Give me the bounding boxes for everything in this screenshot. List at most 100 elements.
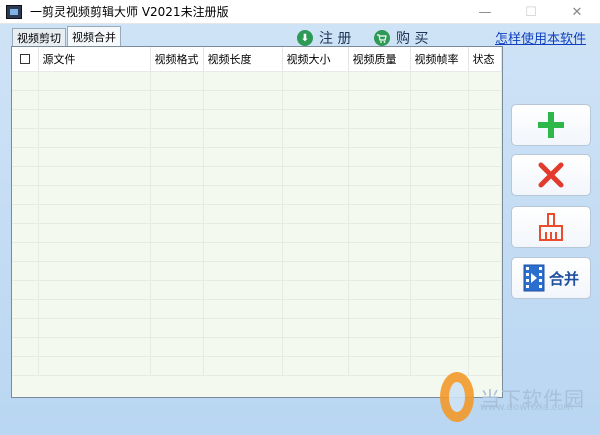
table-cell xyxy=(468,90,502,110)
table-cell xyxy=(348,128,411,148)
watermark-logo-icon xyxy=(440,372,474,422)
table-cell xyxy=(12,109,39,129)
table-cell xyxy=(150,185,204,205)
table-cell xyxy=(38,356,151,376)
table-cell xyxy=(12,128,39,148)
table-cell xyxy=(282,356,349,376)
tab-bar: 视频剪切 视频合并 xyxy=(12,26,122,48)
table-cell xyxy=(282,261,349,281)
table-cell xyxy=(150,337,204,357)
table-cell xyxy=(410,223,469,243)
table-cell xyxy=(150,299,204,319)
table-cell xyxy=(410,318,469,338)
table-cell xyxy=(348,166,411,186)
table-cell xyxy=(150,356,204,376)
buy-label: 购 买 xyxy=(396,31,429,47)
film-strip-icon xyxy=(523,264,545,292)
table-cell xyxy=(282,185,349,205)
table-cell xyxy=(38,147,151,167)
tab-video-merge[interactable]: 视频合并 xyxy=(67,26,121,48)
table-cell xyxy=(203,280,283,300)
table-cell xyxy=(150,147,204,167)
table-cell xyxy=(282,166,349,186)
table-cell xyxy=(410,280,469,300)
table-cell xyxy=(38,128,151,148)
table-cell xyxy=(150,261,204,281)
table-cell xyxy=(203,128,283,148)
table-cell xyxy=(410,242,469,262)
table-row xyxy=(12,299,502,319)
table-cell xyxy=(282,204,349,224)
col-format[interactable]: 视频格式 xyxy=(150,47,204,72)
select-all-checkbox[interactable] xyxy=(20,54,30,65)
table-cell xyxy=(468,337,502,357)
table-cell xyxy=(203,356,283,376)
table-cell xyxy=(282,299,349,319)
table-cell xyxy=(38,261,151,281)
col-size[interactable]: 视频大小 xyxy=(282,47,349,72)
maximize-button[interactable]: ☐ xyxy=(508,0,554,24)
add-file-button[interactable] xyxy=(511,104,591,146)
table-cell xyxy=(410,90,469,110)
clear-list-button[interactable] xyxy=(511,206,591,248)
table-cell xyxy=(203,242,283,262)
table-cell xyxy=(410,185,469,205)
table-cell xyxy=(150,204,204,224)
col-source-file[interactable]: 源文件 xyxy=(38,47,151,72)
table-cell xyxy=(203,261,283,281)
table-cell xyxy=(203,337,283,357)
table-row xyxy=(12,318,502,338)
table-cell xyxy=(38,318,151,338)
table-cell xyxy=(348,337,411,357)
register-button[interactable]: ⬇ 注 册 xyxy=(297,28,351,48)
table-cell xyxy=(203,185,283,205)
col-quality[interactable]: 视频质量 xyxy=(348,47,411,72)
file-table: 源文件 视频格式 视频长度 视频大小 视频质量 视频帧率 状态 xyxy=(12,47,502,376)
table-row xyxy=(12,204,502,224)
table-cell xyxy=(12,299,39,319)
table-cell xyxy=(468,223,502,243)
table-header-row: 源文件 视频格式 视频长度 视频大小 视频质量 视频帧率 状态 xyxy=(12,47,502,72)
table-cell xyxy=(38,337,151,357)
table-cell xyxy=(38,185,151,205)
table-row xyxy=(12,280,502,300)
table-cell xyxy=(150,223,204,243)
table-cell xyxy=(203,204,283,224)
tab-video-cut[interactable]: 视频剪切 xyxy=(12,28,66,48)
table-cell xyxy=(38,280,151,300)
table-cell xyxy=(348,185,411,205)
table-cell xyxy=(38,71,151,91)
remove-file-button[interactable] xyxy=(511,154,591,196)
broom-icon xyxy=(539,213,563,241)
table-cell xyxy=(12,280,39,300)
buy-button[interactable]: 购 买 xyxy=(374,28,428,48)
table-row xyxy=(12,147,502,167)
watermark-url: www.downxia.com xyxy=(480,402,574,413)
col-status[interactable]: 状态 xyxy=(468,47,502,72)
window-controls: — ☐ ✕ xyxy=(462,0,600,24)
col-duration[interactable]: 视频长度 xyxy=(203,47,283,72)
minimize-button[interactable]: — xyxy=(462,0,508,24)
merge-button[interactable]: 合并 xyxy=(511,257,591,299)
table-cell xyxy=(468,166,502,186)
table-cell xyxy=(410,128,469,148)
table-row xyxy=(12,261,502,281)
table-cell xyxy=(38,166,151,186)
table-cell xyxy=(38,242,151,262)
table-cell xyxy=(282,128,349,148)
table-cell xyxy=(468,242,502,262)
close-button[interactable]: ✕ xyxy=(554,0,600,24)
table-cell xyxy=(348,147,411,167)
table-cell xyxy=(282,90,349,110)
plus-icon xyxy=(538,112,564,138)
register-label: 注 册 xyxy=(319,31,352,47)
table-cell xyxy=(348,90,411,110)
file-list-panel: 源文件 视频格式 视频长度 视频大小 视频质量 视频帧率 状态 xyxy=(11,46,503,398)
table-cell xyxy=(468,147,502,167)
help-link[interactable]: 怎样使用本软件 xyxy=(495,28,586,47)
table-cell xyxy=(12,223,39,243)
table-cell xyxy=(12,242,39,262)
col-framerate[interactable]: 视频帧率 xyxy=(410,47,469,72)
table-cell xyxy=(348,71,411,91)
table-cell xyxy=(348,204,411,224)
